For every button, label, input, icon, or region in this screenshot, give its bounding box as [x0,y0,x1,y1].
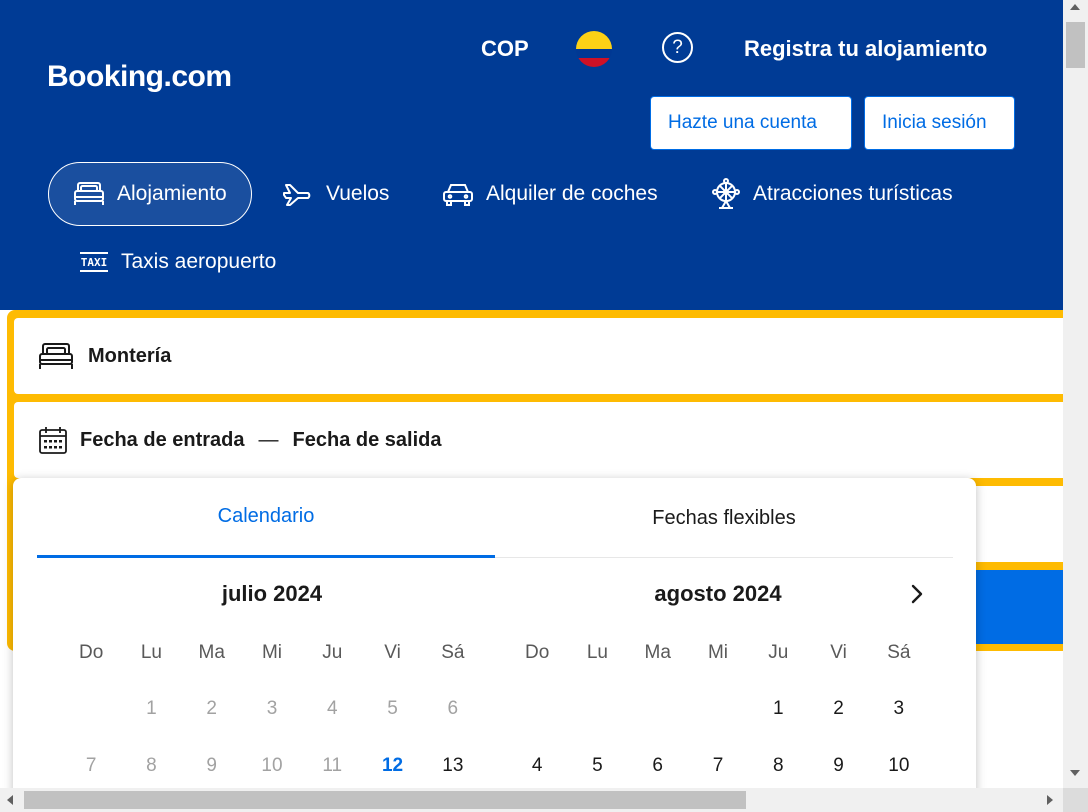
site-header: Booking.com COP ? Registra tu alojamient… [0,0,1063,310]
checkin-label: Fecha de entrada [80,428,245,451]
calendar-day[interactable]: 5 [567,751,627,788]
calendar-icon [39,427,67,454]
date-picker-tabs: Calendario Fechas flexibles [37,478,953,558]
next-month-arrow-icon[interactable] [904,582,928,606]
weekday-label: Sá [441,642,465,663]
weekday-label: Do [78,642,104,663]
taxi-icon: TAXI [80,252,108,272]
destination-field[interactable]: Montería [14,318,1063,394]
weekday-label: Mi [261,642,283,663]
list-property-link[interactable]: Registra tu alojamiento [744,36,987,62]
scroll-down-arrow-icon[interactable] [1070,770,1080,776]
booking-logo[interactable]: Booking.com [47,60,232,94]
nav-stays-label: Alojamiento [117,182,227,205]
dates-field[interactable]: Fecha de entrada — Fecha de salida [14,402,1063,478]
horizontal-scroll-thumb[interactable] [24,791,746,809]
bed-icon [74,182,104,205]
calendar-day[interactable]: 7 [61,751,121,788]
nav-flights-tab[interactable]: Vuelos [282,162,389,226]
scroll-up-arrow-icon[interactable] [1070,4,1080,10]
calendar-day[interactable]: 4 [507,751,567,788]
calendar-day[interactable]: 3 [242,694,302,751]
calendar-day[interactable]: 9 [182,751,242,788]
destination-value: Montería [88,344,172,367]
currency-selector[interactable]: COP [481,36,529,62]
calendar-day[interactable]: 7 [688,751,748,788]
tab-calendar[interactable]: Calendario [37,478,495,558]
weekday-label: Lu [586,642,608,663]
vertical-scrollbar[interactable] [1063,0,1088,788]
calendar-day[interactable]: 2 [182,694,242,751]
scrollbar-corner [1063,788,1088,812]
month-title-july: julio 2024 [221,581,323,606]
calendar-day[interactable]: 10 [869,751,929,788]
nav-cars-tab[interactable]: Alquiler de coches [442,162,658,226]
weekday-label: Ma [644,642,671,663]
weekday-label: Vi [830,642,847,663]
calendar-day[interactable]: 5 [362,694,422,751]
calendar-day[interactable]: 6 [423,694,483,751]
car-icon [443,184,473,206]
weekday-label: Ma [198,642,225,663]
browser-viewport: Booking.com COP ? Registra tu alojamient… [0,0,1063,788]
calendar-empty-cell [567,694,627,751]
calendar-day[interactable]: 13 [423,751,483,788]
scroll-left-arrow-icon[interactable] [7,795,13,805]
week-row: 7 8 9 10 11 12 13 [61,751,483,788]
month-title-august: agosto 2024 [654,581,782,606]
nav-attractions-label: Atracciones turísticas [753,182,953,205]
weekday-label: Do [524,642,550,663]
weekday-label: Vi [384,642,401,663]
calendar-day[interactable]: 9 [808,751,868,788]
weekday-label: Lu [140,642,162,663]
ferris-wheel-icon [712,178,740,209]
calendar-day[interactable]: 4 [302,694,362,751]
nav-attractions-tab[interactable]: Atracciones turísticas [711,162,953,226]
calendar-empty-cell [688,694,748,751]
register-button[interactable]: Hazte una cuenta [650,96,852,150]
calendar-day[interactable]: 6 [628,751,688,788]
colombia-flag-icon[interactable] [576,31,612,67]
nav-stays-tab[interactable]: Alojamiento [48,162,252,226]
nav-cars-label: Alquiler de coches [486,182,658,205]
calendar-day[interactable]: 1 [748,694,808,751]
horizontal-scrollbar[interactable] [0,788,1063,812]
calendar-empty-cell [61,694,121,751]
weekday-header-row: Do Lu Ma Mi Ju Vi Sá [507,638,929,694]
nav-flights-label: Vuelos [326,182,390,205]
bed-icon [39,343,73,369]
help-icon[interactable]: ? [662,32,693,63]
vertical-scroll-thumb[interactable] [1066,22,1085,68]
weekday-label: Ju [322,642,343,663]
weekday-label: Ju [768,642,789,663]
nav-taxi-label: Taxis aeropuerto [121,250,277,273]
calendar-day[interactable]: 10 [242,751,302,788]
calendar-day[interactable]: 8 [748,751,808,788]
calendar-empty-cell [628,694,688,751]
scroll-right-arrow-icon[interactable] [1047,795,1053,805]
date-picker-popup: Calendario Fechas flexibles julio 2024 a… [13,478,976,788]
calendar-day[interactable]: 8 [121,751,181,788]
weekday-label: Sá [887,642,911,663]
nav-taxi-tab[interactable]: TAXI Taxis aeropuerto [79,230,276,294]
calendar-day[interactable]: 2 [808,694,868,751]
week-row: 123 [507,694,929,751]
date-separator: — [258,428,279,451]
weekday-label: Mi [707,642,729,663]
calendar-day[interactable]: 1 [121,694,181,751]
calendar-day[interactable]: 12 [362,751,422,788]
week-row: 123456 [61,694,483,751]
weekday-header-row: Do Lu Ma Mi Ju Vi Sá [61,638,483,694]
tab-flexible-dates[interactable]: Fechas flexibles [495,478,953,558]
login-button[interactable]: Inicia sesión [864,96,1015,150]
svg-text:TAXI: TAXI [81,256,108,269]
week-row: 4 5 6 7 8 9 10 [507,751,929,788]
plane-icon [283,184,311,206]
calendar-day[interactable]: 3 [869,694,929,751]
month-grid-july: Do Lu Ma Mi Ju Vi Sá 1 2 3 4 5 6 7 8 9 10 11 12 13 [61,638,483,788]
calendar-day[interactable]: 11 [302,751,362,788]
checkout-label: Fecha de salida [292,428,442,451]
calendar-empty-cell [507,694,567,751]
month-grid-august: Do Lu Ma Mi Ju Vi Sá 1 2 3 4 5 6 7 8 9 10 [507,638,929,788]
